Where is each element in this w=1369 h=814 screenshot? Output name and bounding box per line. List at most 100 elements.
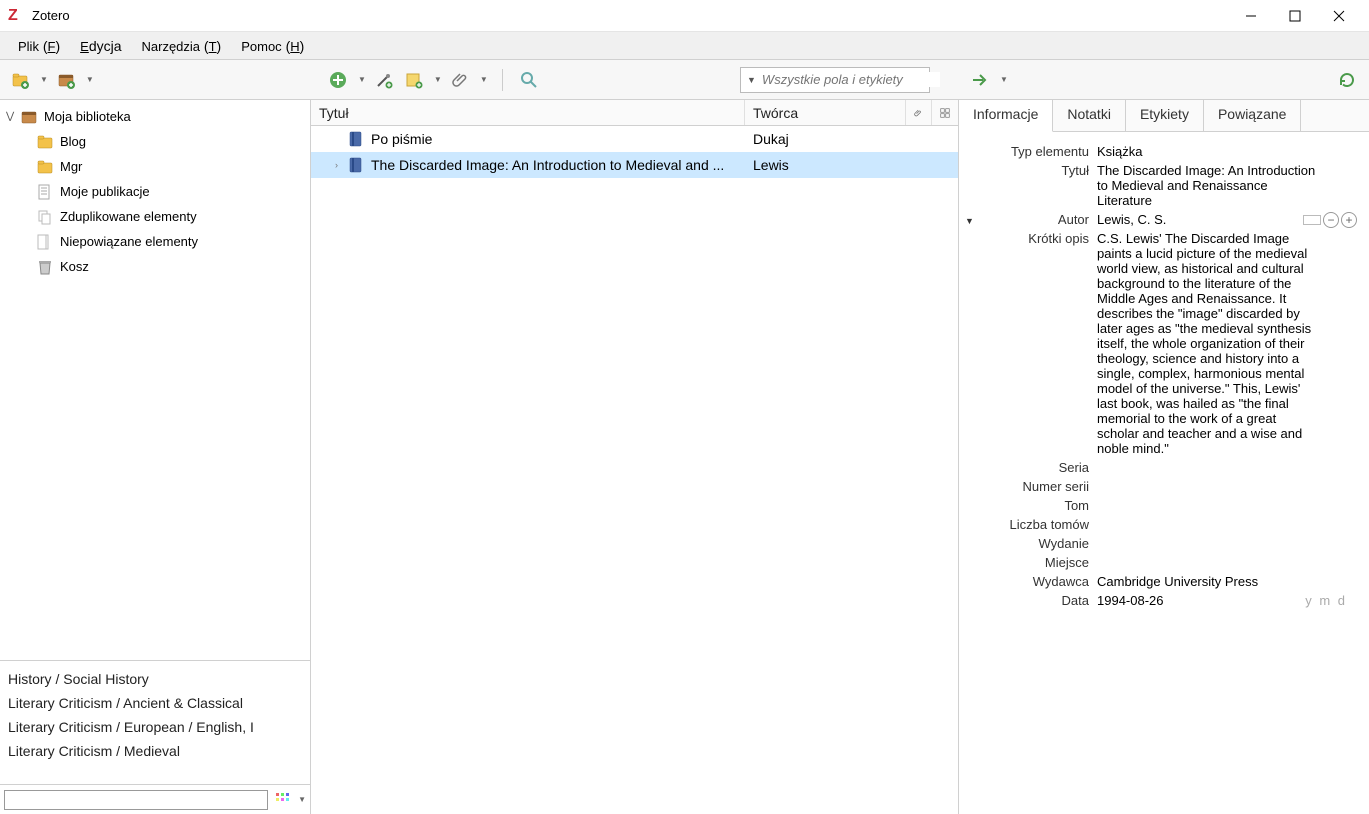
sidebar-item-unfiled[interactable]: Niepowiązane elementy bbox=[0, 229, 310, 254]
add-by-identifier-button[interactable] bbox=[372, 68, 396, 92]
item-creator: Lewis bbox=[745, 157, 958, 173]
window-title: Zotero bbox=[32, 8, 1239, 23]
field-value-publisher[interactable]: Cambridge University Press bbox=[1097, 574, 1361, 589]
item-title: Po piśmie bbox=[371, 131, 432, 147]
folder-icon bbox=[36, 133, 54, 151]
new-library-button[interactable] bbox=[54, 68, 78, 92]
app-icon: Z bbox=[8, 8, 24, 24]
menu-help[interactable]: Pomoc (H) bbox=[231, 34, 314, 58]
field-label-place: Miejsce bbox=[967, 555, 1097, 570]
sidebar-item-duplicates[interactable]: Zduplikowane elementy bbox=[0, 204, 310, 229]
search-mode-dropdown[interactable]: ▼ bbox=[747, 75, 756, 85]
tab-notes[interactable]: Notatki bbox=[1053, 100, 1126, 131]
book-icon bbox=[347, 130, 365, 148]
menu-file[interactable]: Plik (F) bbox=[8, 34, 70, 58]
dropdown-arrow-icon[interactable]: ▼ bbox=[298, 795, 306, 804]
field-label-publisher: Wydawca bbox=[967, 574, 1097, 589]
chevron-right-icon[interactable]: › bbox=[335, 160, 347, 170]
tab-info[interactable]: Informacje bbox=[959, 100, 1053, 132]
tag-item[interactable]: Literary Criticism / Medieval bbox=[8, 739, 302, 763]
unfiled-icon bbox=[36, 233, 54, 251]
field-label-series: Seria bbox=[967, 460, 1097, 475]
item-details: Informacje Notatki Etykiety Powiązane Ty… bbox=[959, 100, 1369, 814]
new-note-button[interactable] bbox=[402, 68, 426, 92]
field-label-type: Typ elementu bbox=[967, 144, 1097, 159]
dropdown-arrow-icon[interactable]: ▼ bbox=[434, 75, 442, 84]
list-row[interactable]: › The Discarded Image: An Introduction t… bbox=[311, 152, 958, 178]
list-header: Tytuł Twórca bbox=[311, 100, 958, 126]
library-root[interactable]: ⋁ Moja biblioteka bbox=[0, 104, 310, 129]
field-label-edition: Wydanie bbox=[967, 536, 1097, 551]
tag-item[interactable]: Literary Criticism / Ancient & Classical bbox=[8, 691, 302, 715]
column-picker[interactable] bbox=[932, 100, 958, 125]
new-collection-button[interactable] bbox=[8, 68, 32, 92]
search-input[interactable] bbox=[762, 72, 940, 87]
field-label-date: Data bbox=[967, 593, 1097, 608]
sidebar-item-trash[interactable]: Kosz bbox=[0, 254, 310, 279]
field-value-num-volumes[interactable] bbox=[1097, 517, 1361, 532]
sidebar-item-blog[interactable]: Blog bbox=[0, 129, 310, 154]
minimize-button[interactable] bbox=[1239, 4, 1263, 28]
advanced-search-button[interactable] bbox=[517, 68, 541, 92]
field-label-num-volumes: Liczba tomów bbox=[967, 517, 1097, 532]
document-icon bbox=[36, 183, 54, 201]
trash-icon bbox=[36, 258, 54, 276]
column-title[interactable]: Tytuł bbox=[311, 100, 745, 125]
search-field[interactable]: ▼ bbox=[740, 67, 930, 93]
field-value-series[interactable] bbox=[1097, 460, 1361, 475]
add-attachment-button[interactable] bbox=[448, 68, 472, 92]
tab-related[interactable]: Powiązane bbox=[1204, 100, 1302, 131]
list-row[interactable]: Po piśmie Dukaj bbox=[311, 126, 958, 152]
menu-edit[interactable]: EEdycjadycja bbox=[70, 34, 131, 58]
chevron-down-icon[interactable]: ⋁ bbox=[6, 111, 20, 122]
dropdown-arrow-icon[interactable]: ▼ bbox=[358, 75, 366, 84]
tag-item[interactable]: History / Social History bbox=[8, 667, 302, 691]
library-tree: ⋁ Moja biblioteka Blog Mgr Moje publikac… bbox=[0, 100, 310, 660]
field-label-series-num: Numer serii bbox=[967, 479, 1097, 494]
menu-tools[interactable]: Narzędzia (T) bbox=[132, 34, 232, 58]
tag-item[interactable]: Literary Criticism / European / English,… bbox=[8, 715, 302, 739]
add-creator-button[interactable]: + bbox=[1341, 212, 1357, 228]
field-value-place[interactable] bbox=[1097, 555, 1361, 570]
sidebar-item-mgr[interactable]: Mgr bbox=[0, 154, 310, 179]
field-value-type[interactable]: Książka bbox=[1097, 144, 1361, 159]
maximize-button[interactable] bbox=[1283, 4, 1307, 28]
library-icon bbox=[20, 108, 38, 126]
locate-button[interactable] bbox=[968, 68, 992, 92]
dropdown-arrow-icon[interactable]: ▼ bbox=[1000, 75, 1008, 84]
field-label-title: Tytuł bbox=[967, 163, 1097, 208]
field-value-edition[interactable] bbox=[1097, 536, 1361, 551]
tag-filter-input[interactable] bbox=[4, 790, 268, 810]
detail-tabs: Informacje Notatki Etykiety Powiązane bbox=[959, 100, 1369, 132]
library-label: Moja biblioteka bbox=[44, 109, 131, 124]
tag-color-menu[interactable] bbox=[272, 789, 294, 811]
dropdown-arrow-icon[interactable]: ▼ bbox=[86, 75, 94, 84]
new-item-button[interactable] bbox=[326, 68, 350, 92]
close-button[interactable] bbox=[1327, 4, 1351, 28]
dropdown-arrow-icon[interactable]: ▼ bbox=[40, 75, 48, 84]
column-creator[interactable]: Twórca bbox=[745, 100, 906, 125]
menubar: Plik (F) EEdycjadycja Narzędzia (T) Pomo… bbox=[0, 32, 1369, 60]
field-value-volume[interactable] bbox=[1097, 498, 1361, 513]
sync-button[interactable] bbox=[1335, 68, 1359, 92]
toolbar: ▼ ▼ ▼ ▼ ▼ ▼ ▼ bbox=[0, 60, 1369, 100]
duplicates-icon bbox=[36, 208, 54, 226]
creator-mode-toggle[interactable] bbox=[1303, 215, 1321, 225]
tab-tags[interactable]: Etykiety bbox=[1126, 100, 1204, 131]
column-attachment[interactable] bbox=[906, 100, 932, 125]
field-label-author[interactable]: Autor bbox=[967, 212, 1097, 227]
dropdown-arrow-icon[interactable]: ▼ bbox=[480, 75, 488, 84]
sidebar: ⋁ Moja biblioteka Blog Mgr Moje publikac… bbox=[0, 100, 311, 814]
item-list: Tytuł Twórca Po piśmie Dukaj › bbox=[311, 100, 959, 814]
field-value-title[interactable]: The Discarded Image: An Introduction to … bbox=[1097, 163, 1361, 208]
field-label-volume: Tom bbox=[967, 498, 1097, 513]
remove-creator-button[interactable]: − bbox=[1323, 212, 1339, 228]
field-value-series-num[interactable] bbox=[1097, 479, 1361, 494]
tag-list[interactable]: History / Social History Literary Critic… bbox=[0, 661, 310, 784]
sidebar-item-publications[interactable]: Moje publikacje bbox=[0, 179, 310, 204]
item-creator: Dukaj bbox=[745, 131, 958, 147]
date-format-hint: y m d bbox=[1305, 593, 1347, 608]
tag-selector: History / Social History Literary Critic… bbox=[0, 660, 310, 814]
field-value-abstract[interactable]: C.S. Lewis' The Discarded Image paints a… bbox=[1097, 231, 1361, 456]
chevron-down-icon[interactable]: ▼ bbox=[965, 216, 974, 226]
